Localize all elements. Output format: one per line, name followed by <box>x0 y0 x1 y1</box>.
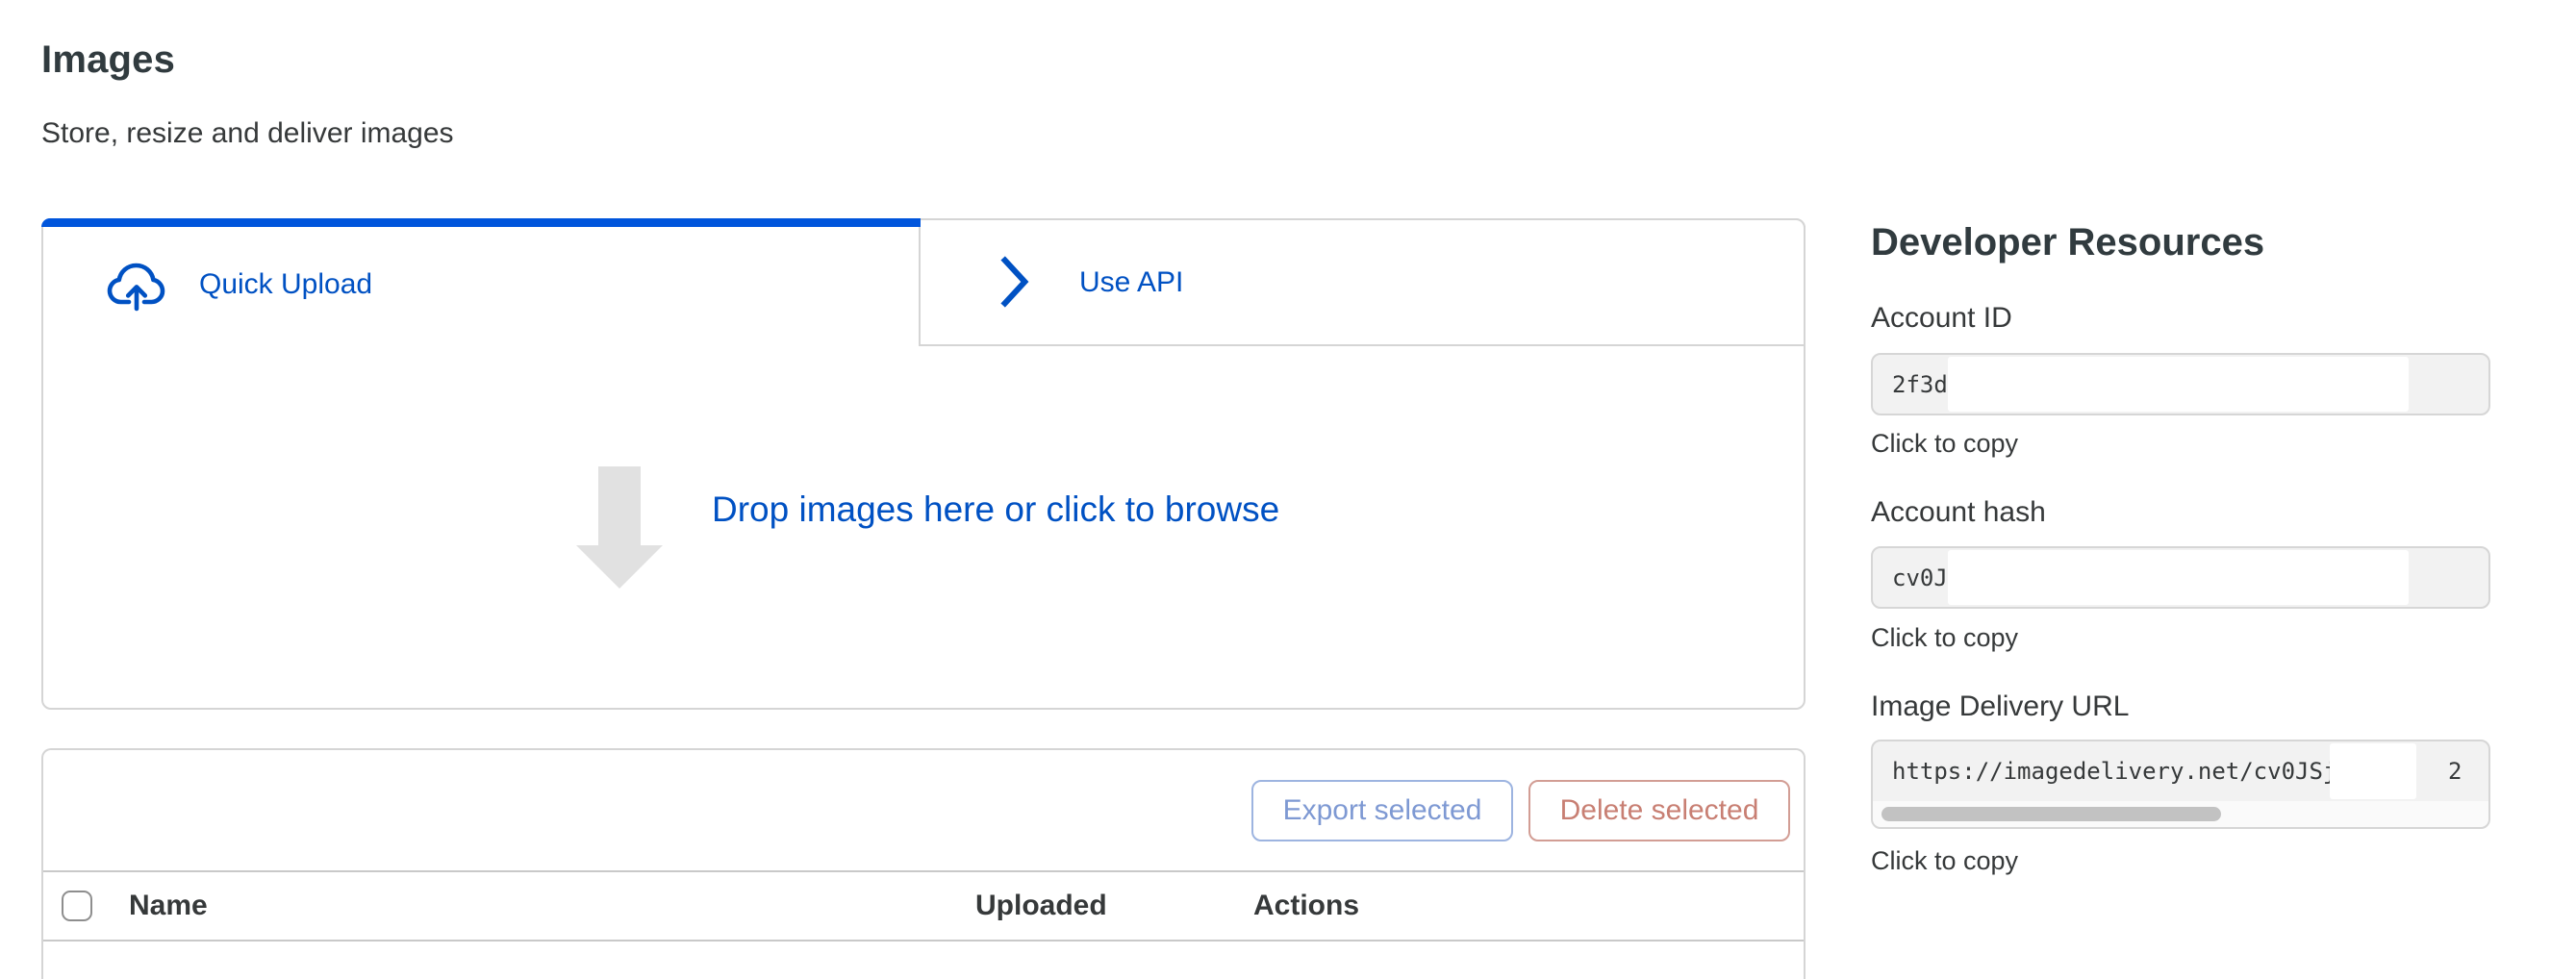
click-to-copy-hint: Click to copy <box>1871 623 2018 653</box>
active-tab-indicator <box>41 218 921 227</box>
redaction-overlay <box>1948 357 2409 412</box>
image-list-card: Export selected Delete selected Name Upl… <box>41 748 1806 979</box>
horizontal-scrollbar-thumb[interactable] <box>1881 807 2221 821</box>
click-to-copy-hint: Click to copy <box>1871 429 2018 459</box>
column-header-uploaded: Uploaded <box>975 872 1107 940</box>
column-header-name: Name <box>129 872 208 940</box>
image-delivery-url-value: https://imagedelivery.net/cv0JSj <box>1892 758 2336 785</box>
account-hash-value: cv0J <box>1892 565 1948 591</box>
redaction-overlay <box>2330 743 2416 799</box>
tab-quick-upload-label: Quick Upload <box>199 268 372 301</box>
account-id-value-box[interactable]: 2f3d <box>1871 353 2490 415</box>
clipped-url-character: 2 <box>2448 758 2462 785</box>
tab-use-api-label: Use API <box>1079 266 1183 299</box>
horizontal-scrollbar-track <box>1873 801 2488 827</box>
image-dropzone[interactable]: Drop images here or click to browse <box>43 346 1804 708</box>
page-title: Images <box>41 38 175 82</box>
account-id-value: 2f3d <box>1892 371 1948 398</box>
image-delivery-url-label: Image Delivery URL <box>1871 690 2129 723</box>
image-delivery-url-box[interactable]: https://imagedelivery.net/cv0JSj 2 <box>1871 740 2490 829</box>
select-all-checkbox[interactable] <box>62 891 92 921</box>
account-hash-value-box[interactable]: cv0J <box>1871 546 2490 609</box>
account-id-label: Account ID <box>1871 302 2012 335</box>
column-header-actions: Actions <box>1253 872 1359 940</box>
account-hash-label: Account hash <box>1871 496 2046 529</box>
redaction-overlay <box>1948 550 2409 605</box>
chevron-right-icon <box>998 253 1030 311</box>
tab-use-api[interactable]: Use API <box>919 218 1806 346</box>
cloud-upload-icon <box>104 259 169 314</box>
developer-resources-panel: Developer Resources Account ID 2f3d Clic… <box>1871 221 2490 954</box>
page-subtitle: Store, resize and deliver images <box>41 117 454 150</box>
developer-resources-title: Developer Resources <box>1871 221 2264 264</box>
export-selected-button[interactable]: Export selected <box>1251 780 1513 841</box>
click-to-copy-hint: Click to copy <box>1871 846 2018 876</box>
upload-card: Quick Upload Use API Drop images here or… <box>41 218 1806 710</box>
dropzone-text: Drop images here or click to browse <box>712 490 1279 530</box>
delete-selected-button[interactable]: Delete selected <box>1528 780 1790 841</box>
list-toolbar: Export selected Delete selected <box>43 750 1804 872</box>
table-header-row: Name Uploaded Actions <box>43 872 1804 941</box>
